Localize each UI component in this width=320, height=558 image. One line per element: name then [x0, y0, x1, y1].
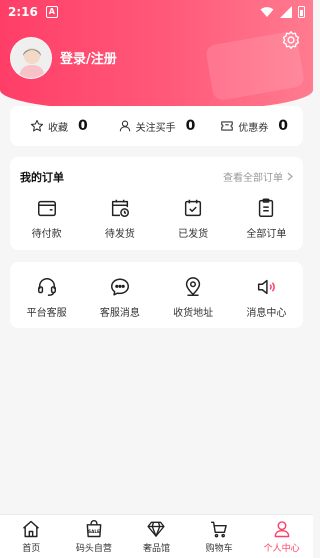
view-all-label: 查看全部订单 — [223, 173, 283, 184]
service-platform-support[interactable]: 平台客服 — [10, 276, 83, 319]
tab-label: 码头自营 — [75, 544, 112, 554]
notification-icon: A — [45, 6, 58, 18]
star-icon — [30, 119, 44, 132]
settings-icon[interactable] — [281, 30, 301, 50]
service-support-messages[interactable]: 客服消息 — [83, 276, 156, 319]
service-message-center[interactable]: 消息中心 — [230, 276, 303, 319]
shopping-bag-icon: SALE — [86, 520, 102, 538]
chevron-right-icon — [287, 172, 293, 181]
tab-self-operated[interactable]: SALE 码头自营 — [63, 515, 126, 558]
cell-signal-icon — [280, 6, 292, 18]
login-register-link[interactable]: 登录/注册 — [60, 48, 117, 67]
service-label: 收货地址 — [173, 308, 214, 319]
stats-card: 收藏 0 关注买手 0 优惠券 0 — [10, 106, 303, 146]
stat-followed-buyers[interactable]: 关注买手 0 — [108, 118, 206, 134]
headset-icon — [37, 278, 56, 296]
service-shipping-address[interactable]: 收货地址 — [157, 276, 230, 319]
tab-label: 个人中心 — [263, 544, 300, 554]
user-icon — [119, 120, 130, 132]
tab-label: 首页 — [22, 544, 41, 554]
services-card: 平台客服 客服消息 收货地址 消息中心 — [10, 262, 303, 328]
diamond-icon — [147, 521, 166, 537]
battery-icon — [298, 6, 305, 18]
tab-home[interactable]: 首页 — [0, 515, 63, 558]
stat-coupons[interactable]: 优惠券 0 — [205, 118, 303, 134]
stat-count: 0 — [278, 118, 289, 134]
calendar-clock-icon — [111, 199, 129, 217]
view-all-orders-link[interactable]: 查看全部订单 — [223, 169, 293, 184]
status-bar: 2:16 A — [0, 0, 313, 24]
person-icon — [274, 521, 290, 538]
clipboard-icon — [259, 198, 274, 217]
orders-card: 我的订单 查看全部订单 待付款 待发货 已发货 全部订单 — [10, 157, 303, 250]
stat-favorites[interactable]: 收藏 0 — [10, 118, 108, 134]
sale-badge-text: SALE — [88, 529, 100, 534]
speaker-icon — [258, 279, 276, 295]
stat-count: 0 — [77, 118, 88, 134]
order-pending-shipment[interactable]: 待发货 — [83, 197, 156, 240]
tab-label: 奢品馆 — [142, 544, 170, 554]
coupon-icon — [221, 121, 234, 131]
tab-cart[interactable]: 购物车 — [188, 515, 251, 558]
stat-label: 收藏 — [47, 122, 68, 134]
order-shipped[interactable]: 已发货 — [157, 197, 230, 240]
tab-label: 购物车 — [205, 544, 233, 554]
bottom-tab-bar: 首页 SALE 码头自营 奢品馆 购物车 个人中心 — [0, 514, 313, 558]
home-icon — [23, 520, 40, 538]
calendar-check-icon — [185, 199, 202, 217]
tab-profile[interactable]: 个人中心 — [250, 515, 313, 558]
service-label: 客服消息 — [99, 308, 140, 319]
location-icon — [185, 277, 201, 296]
order-label: 待付款 — [31, 229, 62, 240]
wifi-icon — [260, 7, 274, 17]
status-time: 2:16 — [8, 5, 38, 19]
wallet-icon — [37, 200, 56, 217]
service-label: 平台客服 — [26, 308, 67, 319]
order-label: 全部订单 — [246, 229, 287, 240]
service-label: 消息中心 — [246, 308, 287, 319]
avatar[interactable] — [10, 37, 52, 79]
order-label: 待发货 — [104, 229, 135, 240]
cart-icon — [211, 521, 227, 538]
stat-count: 0 — [185, 118, 196, 134]
stat-label: 关注买手 — [135, 122, 176, 134]
chat-icon — [110, 278, 129, 296]
order-label: 已发货 — [178, 229, 209, 240]
avatar-illustration-icon — [11, 38, 51, 78]
order-pending-payment[interactable]: 待付款 — [10, 197, 83, 240]
orders-title: 我的订单 — [20, 171, 64, 184]
tab-luxury[interactable]: 奢品馆 — [125, 515, 188, 558]
stat-label: 优惠券 — [238, 122, 269, 134]
order-all[interactable]: 全部订单 — [230, 197, 303, 240]
